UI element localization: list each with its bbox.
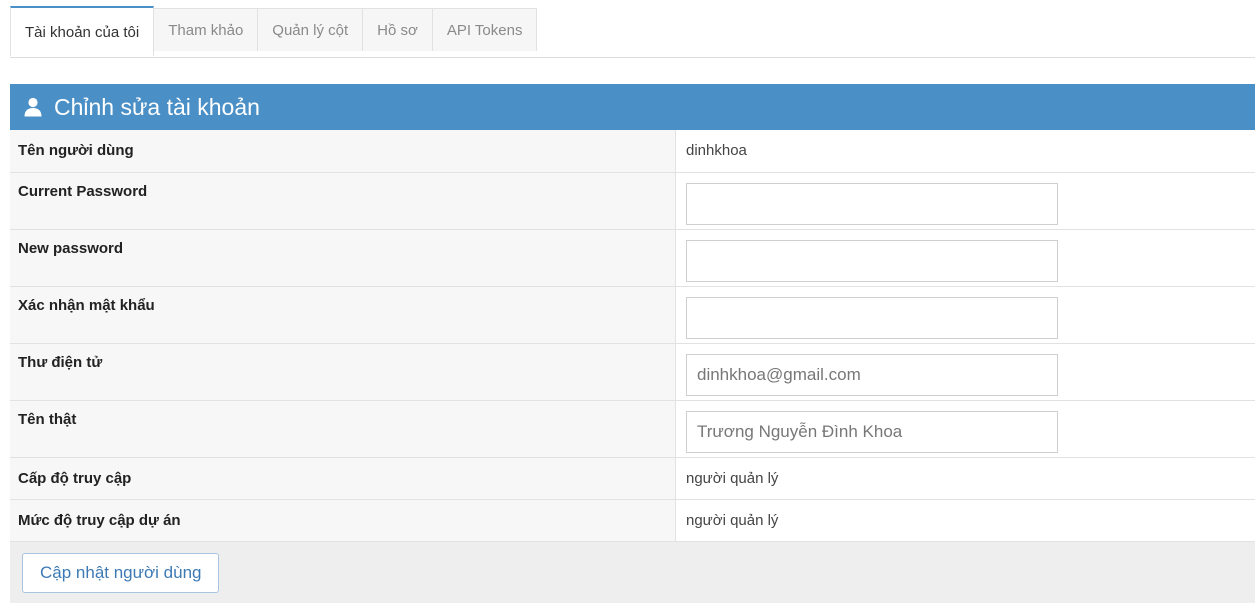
edit-account-panel: Chỉnh sửa tài khoản Tên người dùng dinhk… (10, 84, 1255, 603)
confirm-password-field[interactable] (686, 297, 1058, 339)
form-row-current-password: Current Password (10, 172, 1255, 230)
current-password-label: Current Password (10, 172, 676, 230)
form-row-new-password: New password (10, 229, 1255, 287)
access-level-label: Cấp độ truy cập (10, 457, 676, 500)
realname-label: Tên thật (10, 400, 676, 458)
form-row-username: Tên người dùng dinhkhoa (10, 130, 1255, 173)
tab-my-account[interactable]: Tài khoản của tôi (10, 6, 155, 56)
form-footer: Cập nhật người dùng (10, 541, 1255, 603)
email-field[interactable] (686, 354, 1058, 396)
tab-preferences[interactable]: Tham khảo (154, 8, 259, 51)
project-access-label: Mức độ truy cập dự án (10, 499, 676, 542)
form-row-access-level: Cấp độ truy cập người quản lý (10, 457, 1255, 500)
form-row-confirm-password: Xác nhận mật khẩu (10, 286, 1255, 344)
tab-manage-columns[interactable]: Quản lý cột (258, 8, 364, 51)
username-label: Tên người dùng (10, 130, 676, 173)
account-form: Tên người dùng dinhkhoa Current Password… (10, 130, 1255, 542)
username-value: dinhkhoa (675, 130, 1255, 173)
user-icon (22, 96, 44, 118)
tab-bar: Tài khoản của tôi Tham khảo Quản lý cột … (10, 6, 1255, 58)
confirm-password-label: Xác nhận mật khẩu (10, 286, 676, 344)
form-row-project-access: Mức độ truy cập dự án người quản lý (10, 499, 1255, 542)
access-level-value: người quản lý (675, 457, 1255, 500)
tab-profiles[interactable]: Hồ sơ (363, 8, 433, 51)
form-row-email: Thư điện tử (10, 343, 1255, 401)
new-password-field[interactable] (686, 240, 1058, 282)
tab-api-tokens[interactable]: API Tokens (432, 8, 538, 51)
update-user-button[interactable]: Cập nhật người dùng (22, 552, 220, 593)
email-label: Thư điện tử (10, 343, 676, 401)
new-password-label: New password (10, 229, 676, 287)
current-password-field[interactable] (686, 183, 1058, 225)
panel-header: Chỉnh sửa tài khoản (10, 84, 1255, 130)
panel-title: Chỉnh sửa tài khoản (54, 93, 260, 120)
realname-field[interactable] (686, 411, 1058, 453)
form-row-realname: Tên thật (10, 400, 1255, 458)
project-access-value: người quản lý (675, 499, 1255, 542)
